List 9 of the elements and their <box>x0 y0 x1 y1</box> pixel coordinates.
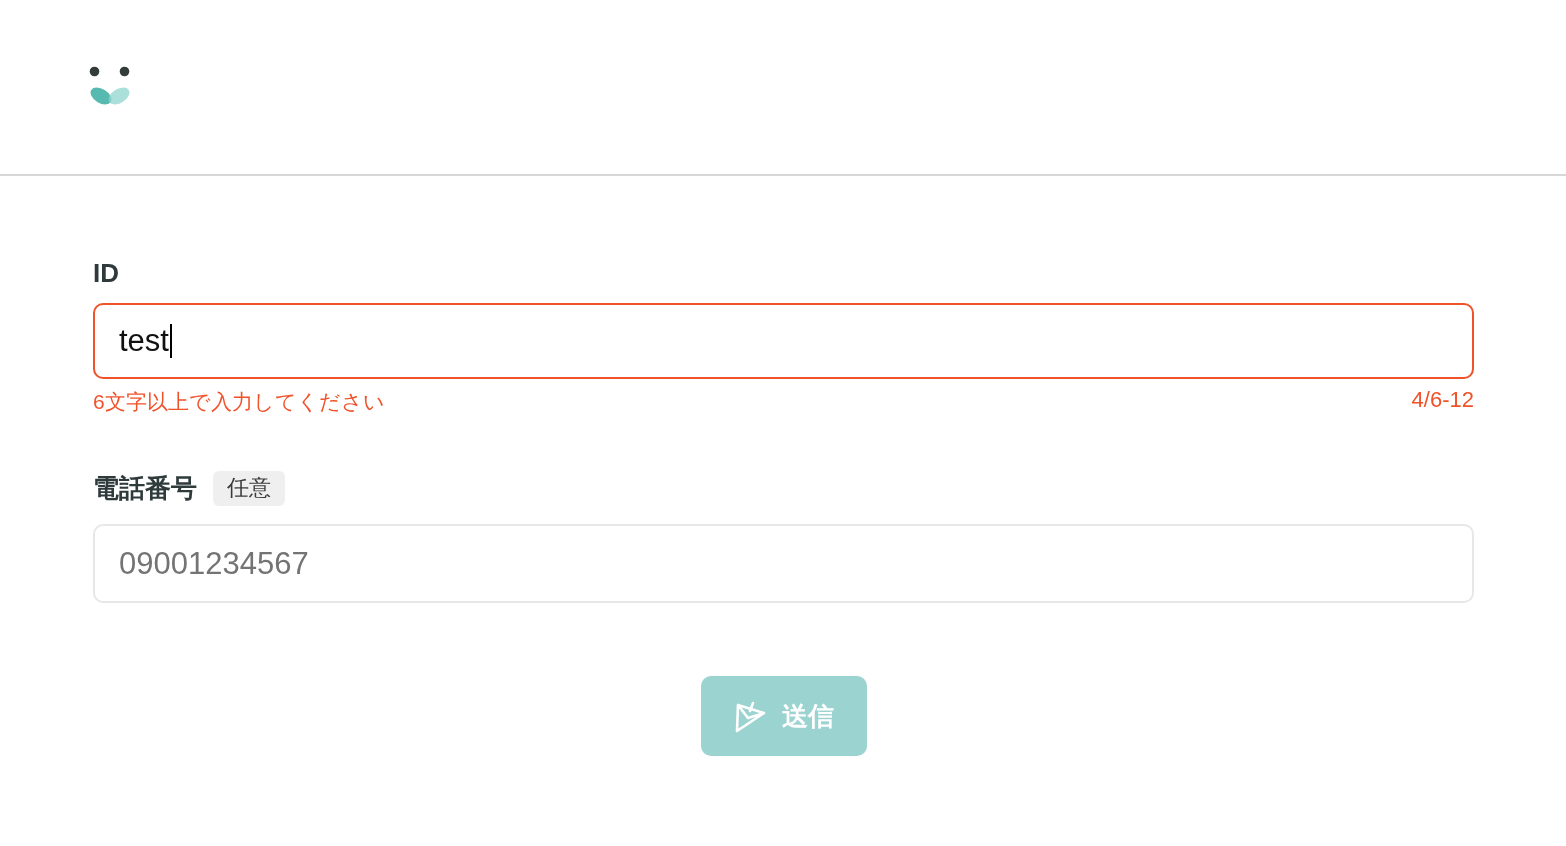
text-input-field[interactable]: 09001234567 <box>93 524 1474 604</box>
optional-badge: 任意 <box>213 471 285 506</box>
field-label: ID <box>93 258 119 290</box>
error-message: 6文字以上で入力してください <box>93 389 385 415</box>
field-label: 電話番号 <box>93 472 197 504</box>
text-input-field[interactable]: test <box>93 303 1474 379</box>
character-counter: 4/6-12 <box>1411 388 1474 413</box>
smile-logo-icon <box>89 66 131 107</box>
paper-plane-icon <box>733 699 768 734</box>
